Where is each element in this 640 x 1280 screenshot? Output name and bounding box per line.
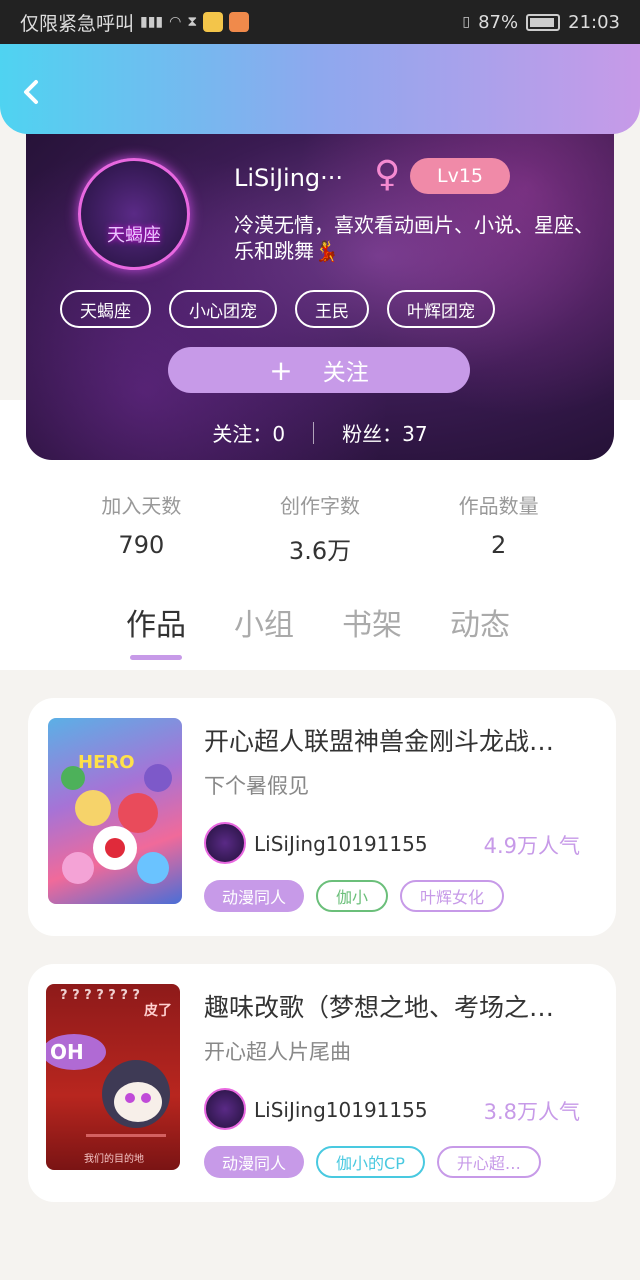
work-tag[interactable]: 动漫同人	[204, 880, 305, 912]
status-bar: 仅限紧急呼叫 ▮▮▮ ◠ ⧗ ▯ 87% 21:03	[0, 0, 640, 44]
divider	[313, 421, 315, 444]
cover-text: 我们的目的地	[84, 1154, 144, 1165]
follow-button[interactable]: + 关注	[168, 347, 470, 393]
vibrate-icon: ▯	[462, 14, 471, 30]
author-name: LiSiJing10191155	[254, 832, 428, 856]
author-avatar	[204, 1088, 246, 1130]
tab-groups[interactable]: 小组	[234, 600, 294, 644]
stat-join-days: 加入天数 790	[52, 450, 231, 580]
battery-icon	[526, 13, 561, 31]
header-bar	[0, 44, 640, 134]
stat-label: 创作字数	[280, 494, 360, 518]
work-title: 趣味改歌（梦想之地、考场之…	[204, 993, 555, 1022]
work-cover-image[interactable]: HERO	[48, 718, 182, 904]
tab-works[interactable]: 作品	[126, 600, 186, 660]
username: LiSiJing···	[234, 164, 344, 192]
clock: 21:03	[568, 11, 620, 33]
popularity: 3.8万人气	[483, 1100, 580, 1124]
app-notification-icon	[203, 12, 224, 32]
plus-icon: +	[269, 353, 293, 387]
app-notification-icon-2	[229, 12, 250, 32]
profile-tags: 天蝎座 小心团宠 王民 叶辉团宠	[60, 290, 495, 328]
fans-count[interactable]: 粉丝：37	[342, 418, 427, 447]
stat-label: 作品数量	[458, 494, 539, 518]
stat-value: 3.6万	[288, 537, 352, 565]
author-avatar	[204, 822, 246, 864]
profile-tag[interactable]: 天蝎座	[60, 290, 151, 328]
work-tag[interactable]: 伽小	[316, 880, 389, 912]
level-badge: Lv15	[410, 158, 510, 194]
profile-card: 天蝎座 LiSiJing··· ♀ Lv15 冷漠无情，喜欢看动画片、小说、星座…	[26, 120, 614, 460]
tab-bookshelf[interactable]: 书架	[342, 600, 402, 644]
avatar[interactable]: 天蝎座	[78, 158, 190, 270]
work-cover-image[interactable]: ? ? ? ? ? ? ? 皮了 OH 我们的目的地	[46, 984, 180, 1170]
profile-tabs: 作品 小组 书架 动态	[126, 600, 510, 660]
tab-activity[interactable]: 动态	[450, 600, 510, 644]
bio-text: 冷漠无情，喜欢看动画片、小说、星座、 乐和跳舞💃	[234, 213, 594, 263]
cover-text: OH	[50, 1040, 84, 1064]
wifi-icon: ◠	[169, 14, 182, 30]
stat-work-count: 作品数量 2	[409, 450, 588, 580]
work-subtitle: 下个暑假见	[204, 774, 309, 798]
stat-value: 790	[118, 531, 165, 559]
work-tag[interactable]: 动漫同人	[204, 1146, 305, 1178]
carrier-text: 仅限紧急呼叫	[20, 12, 135, 35]
signal-icon: ▮▮▮	[140, 14, 164, 30]
following-count[interactable]: 关注：0	[212, 418, 285, 447]
profile-tag[interactable]: 王民	[295, 290, 369, 328]
battery-percent: 87%	[478, 11, 519, 33]
work-card[interactable]: HERO 开心超人联盟神兽金刚斗龙战… 下个暑假见 LiSiJing101911…	[28, 698, 616, 936]
work-subtitle: 开心超人片尾曲	[204, 1040, 351, 1064]
author-name: LiSiJing10191155	[254, 1098, 428, 1122]
stat-word-count: 创作字数 3.6万	[231, 450, 410, 580]
hourglass-icon: ⧗	[187, 14, 198, 30]
female-icon: ♀	[374, 154, 401, 195]
avatar-caption: 天蝎座	[107, 225, 161, 246]
popularity: 4.9万人气	[483, 834, 580, 858]
work-tag[interactable]: 开心超…	[436, 1146, 541, 1178]
stat-label: 加入天数	[101, 494, 182, 518]
follow-label: 关注	[322, 360, 369, 386]
work-tags: 动漫同人 伽小的CP 开心超…	[204, 1146, 541, 1178]
work-title: 开心超人联盟神兽金刚斗龙战…	[204, 727, 555, 756]
work-tags: 动漫同人 伽小 叶辉女化	[204, 880, 505, 912]
work-tag[interactable]: 叶辉女化	[400, 880, 505, 912]
stats-card: 加入天数 790 创作字数 3.6万 作品数量 2	[52, 450, 588, 580]
follow-counts: 关注：0 粉丝：37	[26, 418, 614, 447]
chevron-left-icon[interactable]	[20, 78, 44, 104]
work-card[interactable]: ? ? ? ? ? ? ? 皮了 OH 我们的目的地 趣味改歌（梦想之地、考场之…	[28, 964, 616, 1202]
work-tag[interactable]: 伽小的CP	[316, 1146, 425, 1178]
profile-tag[interactable]: 叶辉团宠	[387, 290, 495, 328]
stat-value: 2	[491, 531, 507, 559]
profile-tag[interactable]: 小心团宠	[169, 290, 277, 328]
